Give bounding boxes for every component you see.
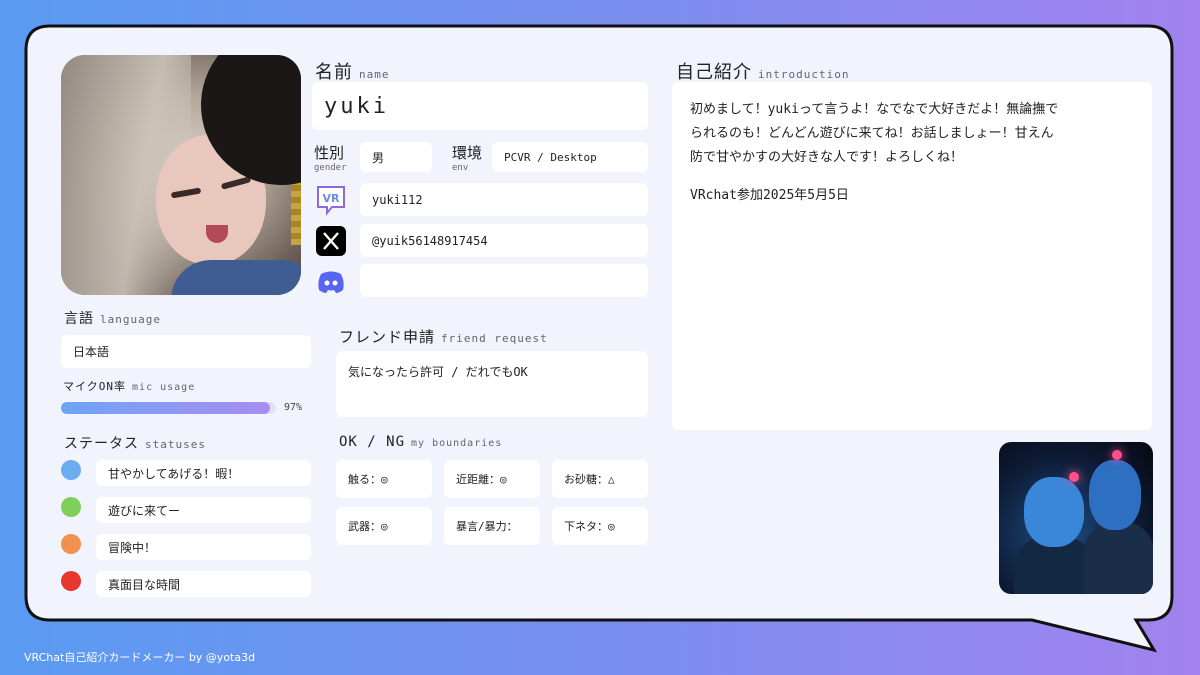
introduction-field: 初めまして！yukiって言うよ！なでなで大好きだよ！無論撫で られるのも！どんど… bbox=[672, 82, 1152, 430]
discord-field bbox=[360, 264, 648, 297]
gender-heading: 性別 gender bbox=[314, 144, 347, 173]
mic-heading: マイクON率 mic usage bbox=[63, 380, 196, 393]
env-heading: 環境 env bbox=[452, 144, 483, 173]
status-dot-green bbox=[61, 497, 81, 517]
avatar-photo bbox=[61, 55, 301, 295]
status-item: 真面目な時間 bbox=[96, 571, 311, 597]
joined-date: VRchat参加2025年5月5日 bbox=[690, 188, 849, 203]
footer-credit: VRChat自己紹介カードメーカー by @yota3d bbox=[24, 651, 256, 664]
statuses-heading: ステータス statuses bbox=[64, 436, 206, 452]
gender-field: 男 bbox=[360, 142, 432, 172]
group-photo bbox=[999, 442, 1153, 594]
intro-line: られるのも！どんどん遊びに来てね！お話しましょー！甘えん bbox=[690, 126, 1054, 141]
env-field: PCVR / Desktop bbox=[492, 142, 648, 172]
introduction-heading: 自己紹介 introduction bbox=[676, 62, 850, 83]
x-handle-field: @yuik56148917454 bbox=[360, 224, 648, 257]
boundary-item: 武器：◎ bbox=[336, 507, 432, 545]
boundary-item: 暴言/暴力： bbox=[444, 507, 540, 545]
mic-usage-bar bbox=[61, 402, 276, 414]
vr-chat-bubble-icon: VR bbox=[314, 183, 348, 217]
x-logo-icon bbox=[314, 224, 348, 258]
intro-line: 防で甘やかすの大好きな人です！よろしくね！ bbox=[690, 150, 964, 165]
svg-text:VR: VR bbox=[323, 192, 341, 205]
boundary-item: 近距離：◎ bbox=[444, 460, 540, 498]
status-item: 甘やかしてあげる！暇！ bbox=[96, 460, 311, 486]
boundaries-heading: OK / NG my boundaries bbox=[339, 434, 503, 450]
status-dot-blue bbox=[61, 460, 81, 480]
boundary-item: 触る：◎ bbox=[336, 460, 432, 498]
language-field: 日本語 bbox=[61, 335, 311, 368]
friend-request-heading: フレンド申請 friend request bbox=[339, 328, 548, 346]
name-heading: 名前 name bbox=[315, 62, 390, 83]
boundary-item: 下ネタ：◎ bbox=[552, 507, 648, 545]
mic-usage-percent: 97% bbox=[284, 402, 303, 413]
status-item: 冒険中！ bbox=[96, 534, 311, 560]
status-dot-orange bbox=[61, 534, 81, 554]
discord-icon bbox=[314, 264, 348, 298]
intro-line: 初めまして！yukiって言うよ！なでなで大好きだよ！無論撫で bbox=[690, 102, 1059, 117]
name-field: yuki bbox=[312, 82, 648, 130]
status-item: 遊びに来てー bbox=[96, 497, 311, 523]
language-heading: 言語 language bbox=[64, 311, 161, 327]
vrchat-id-field: yuki112 bbox=[360, 183, 648, 216]
boundary-item: お砂糖：△ bbox=[552, 460, 648, 498]
friend-request-field: 気になったら許可 / だれでもOK bbox=[336, 351, 648, 417]
status-dot-red bbox=[61, 571, 81, 591]
